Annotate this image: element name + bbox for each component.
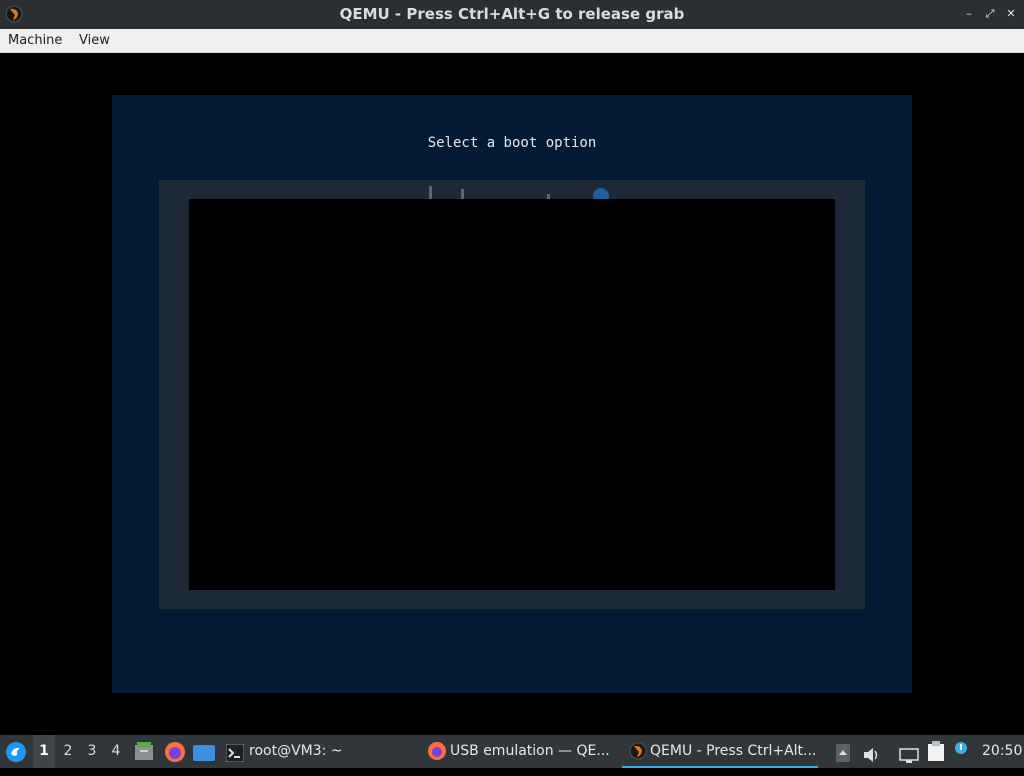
scroll-up-icon[interactable] (836, 742, 850, 762)
firefox-icon[interactable] (164, 741, 186, 763)
restore-button[interactable]: ⤢ (981, 5, 999, 23)
close-button[interactable]: ✕ (1002, 5, 1020, 23)
task-terminal[interactable]: root@VM3: ~ (249, 735, 343, 768)
clock[interactable]: 20:50 (982, 735, 1022, 768)
task-qemu[interactable]: QEMU - Press Ctrl+Alt... (622, 735, 818, 768)
desktop-1-button[interactable]: 1 (33, 735, 55, 768)
task-qemu-label: QEMU - Press Ctrl+Alt... (650, 743, 817, 759)
menu-view[interactable]: View (79, 29, 110, 52)
minimize-button[interactable]: – (960, 5, 978, 23)
qemu-icon (628, 741, 648, 761)
menu-bar: Machine View (0, 29, 1024, 53)
window-titlebar[interactable]: QEMU - Press Ctrl+Alt+G to release grab … (0, 0, 1024, 29)
vm-display[interactable]: Select a boot option (0, 53, 1024, 735)
file-manager-icon[interactable] (134, 741, 154, 761)
desktop-2-button[interactable]: 2 (57, 735, 79, 768)
boot-menu-title: Select a boot option (427, 135, 597, 151)
network-icon[interactable] (899, 743, 919, 763)
desktop-3-button[interactable]: 3 (81, 735, 103, 768)
distro-logo-icon (419, 180, 619, 204)
menu-machine[interactable]: Machine (8, 29, 62, 52)
boot-menu-panel: Select a boot option (112, 95, 912, 693)
start-menu-icon[interactable] (4, 740, 28, 764)
volume-icon[interactable] (863, 743, 881, 762)
notification-icon[interactable] (953, 740, 969, 760)
firefox-icon (427, 741, 447, 763)
clipboard-icon[interactable] (927, 741, 945, 761)
boot-menu-frame (159, 180, 865, 609)
window-title: QEMU - Press Ctrl+Alt+G to release grab (339, 5, 685, 23)
desktop-show-icon[interactable] (193, 743, 215, 761)
boot-option-list[interactable] (189, 199, 835, 590)
taskbar: 1 2 3 4 root@VM3: ~ USB emulation — QE..… (0, 735, 1024, 768)
terminal-icon (225, 742, 245, 763)
desktop-4-button[interactable]: 4 (105, 735, 127, 768)
task-firefox[interactable]: USB emulation — QE... (450, 735, 610, 768)
